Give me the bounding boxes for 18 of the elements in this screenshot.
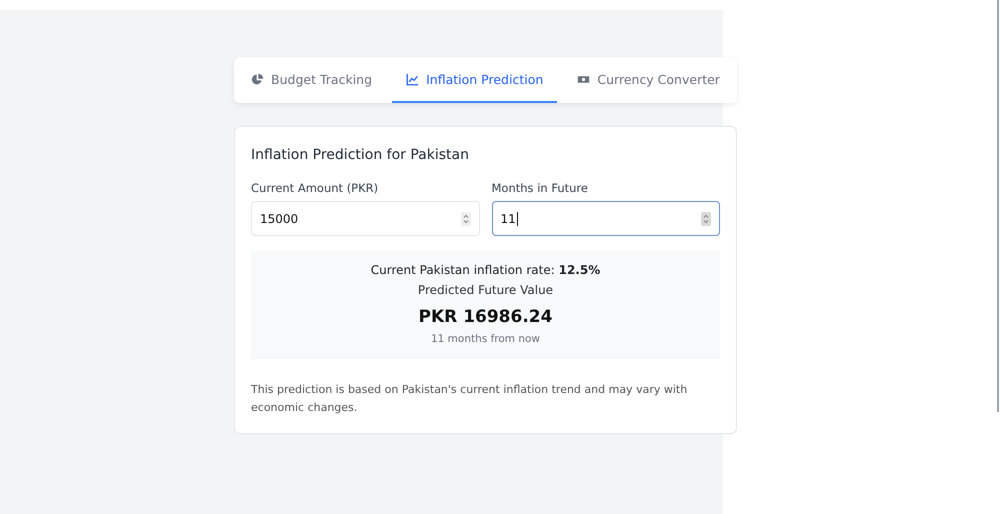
card-title: Inflation Prediction for Pakistan <box>251 147 470 163</box>
line-chart-icon <box>406 72 420 86</box>
scrollbar[interactable] <box>997 0 999 412</box>
period-text: 11 months from now <box>430 333 540 345</box>
field-label: Current Amount (PKR) <box>251 181 378 195</box>
tab[interactable]: Currency Converter <box>563 57 734 103</box>
number-field[interactable]: 15000 <box>251 201 480 236</box>
predicted-amount: PKR 16986.24 <box>418 307 552 327</box>
tab[interactable]: Budget Tracking <box>237 57 386 103</box>
number-field[interactable]: 11 <box>492 201 720 236</box>
disclaimer-text: This prediction is based on Pakistan's current inflation trend and may vary with economic changes. <box>251 382 688 416</box>
spinner-icon[interactable] <box>701 212 711 226</box>
inflation-rate-text: Current Pakistan inflation rate: 12.5% <box>370 263 600 277</box>
tab[interactable]: Inflation Prediction <box>392 57 558 103</box>
result-heading: Predicted Future Value <box>418 283 554 297</box>
field-label: Months in Future <box>492 181 588 195</box>
spinner-icon[interactable] <box>460 212 470 226</box>
pie-chart-icon <box>251 72 264 86</box>
